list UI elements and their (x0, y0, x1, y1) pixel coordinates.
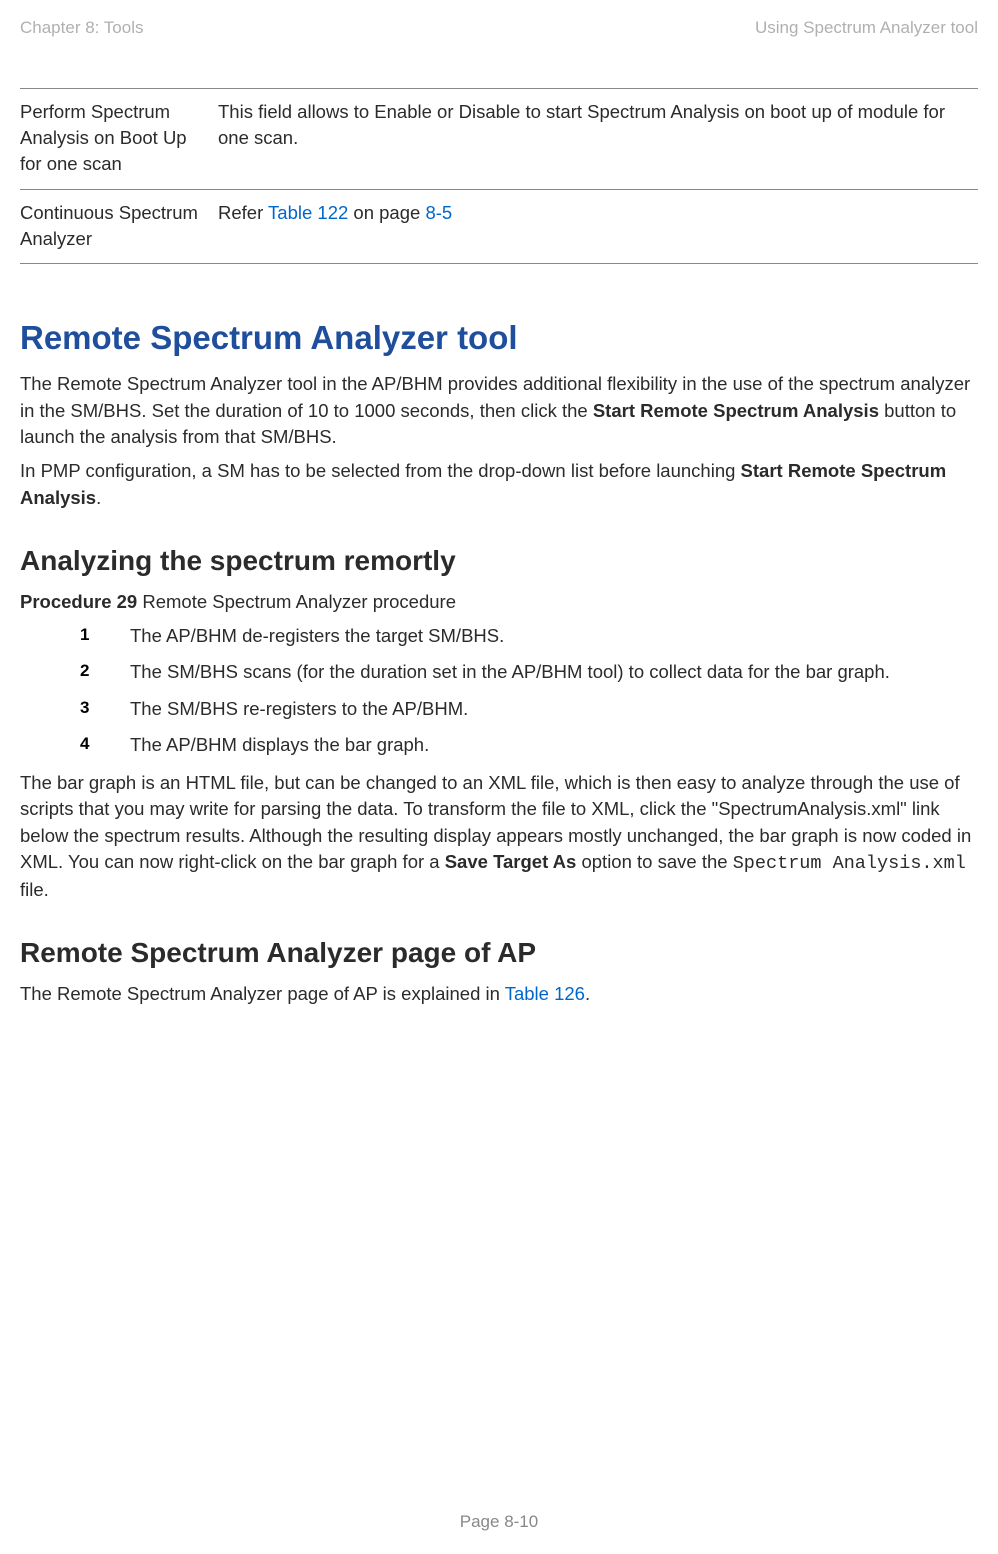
text: . (96, 487, 101, 508)
step-text: The SM/BHS re-registers to the AP/BHM. (130, 696, 978, 722)
procedure-steps: 1 The AP/BHM de-registers the target SM/… (80, 623, 978, 758)
paragraph: The Remote Spectrum Analyzer tool in the… (20, 371, 978, 450)
attr-desc: This field allows to Enable or Disable t… (218, 89, 978, 190)
heading-remote-spectrum-analyzer-tool: Remote Spectrum Analyzer tool (20, 319, 978, 357)
step-number: 4 (80, 732, 130, 758)
page-footer: Page 8-10 (0, 1512, 998, 1532)
attr-name: Continuous Spectrum Analyzer (20, 189, 218, 264)
procedure-title: Remote Spectrum Analyzer procedure (137, 591, 456, 612)
step-number: 3 (80, 696, 130, 722)
link-page-8-5[interactable]: 8-5 (425, 202, 452, 223)
step-text: The AP/BHM displays the bar graph. (130, 732, 978, 758)
procedure-step: 3 The SM/BHS re-registers to the AP/BHM. (80, 696, 978, 722)
table-row: Perform Spectrum Analysis on Boot Up for… (20, 89, 978, 190)
heading-analyzing-spectrum-remotely: Analyzing the spectrum remortly (20, 545, 978, 577)
text: The Remote Spectrum Analyzer page of AP … (20, 983, 505, 1004)
text: file. (20, 879, 49, 900)
attr-desc: Refer Table 122 on page 8-5 (218, 189, 978, 264)
table-row: Continuous Spectrum Analyzer Refer Table… (20, 189, 978, 264)
text: option to save the (576, 851, 732, 872)
mono-text: Spectrum Analysis.xml (733, 853, 966, 874)
step-number: 2 (80, 659, 130, 685)
text: Refer (218, 202, 268, 223)
procedure-step: 2 The SM/BHS scans (for the duration set… (80, 659, 978, 685)
paragraph: In PMP configuration, a SM has to be sel… (20, 458, 978, 511)
step-text: The AP/BHM de-registers the target SM/BH… (130, 623, 978, 649)
link-table-126[interactable]: Table 126 (505, 983, 585, 1004)
link-table-122[interactable]: Table 122 (268, 202, 348, 223)
step-text: The SM/BHS scans (for the duration set i… (130, 659, 978, 685)
procedure-label: Procedure 29 Remote Spectrum Analyzer pr… (20, 589, 978, 615)
step-number: 1 (80, 623, 130, 649)
text: In PMP configuration, a SM has to be sel… (20, 460, 741, 481)
procedure-step: 1 The AP/BHM de-registers the target SM/… (80, 623, 978, 649)
attributes-table: Perform Spectrum Analysis on Boot Up for… (20, 88, 978, 264)
page-header: Chapter 8: Tools Using Spectrum Analyzer… (20, 18, 978, 38)
paragraph: The bar graph is an HTML file, but can b… (20, 770, 978, 903)
text: on page (348, 202, 425, 223)
header-right: Using Spectrum Analyzer tool (755, 18, 978, 38)
paragraph: The Remote Spectrum Analyzer page of AP … (20, 981, 978, 1007)
heading-remote-spectrum-analyzer-page-ap: Remote Spectrum Analyzer page of AP (20, 937, 978, 969)
text: . (585, 983, 590, 1004)
procedure-number: Procedure 29 (20, 591, 137, 612)
header-left: Chapter 8: Tools (20, 18, 143, 38)
bold-text: Save Target As (445, 851, 577, 872)
bold-text: Start Remote Spectrum Analysis (593, 400, 879, 421)
procedure-step: 4 The AP/BHM displays the bar graph. (80, 732, 978, 758)
attr-name: Perform Spectrum Analysis on Boot Up for… (20, 89, 218, 190)
